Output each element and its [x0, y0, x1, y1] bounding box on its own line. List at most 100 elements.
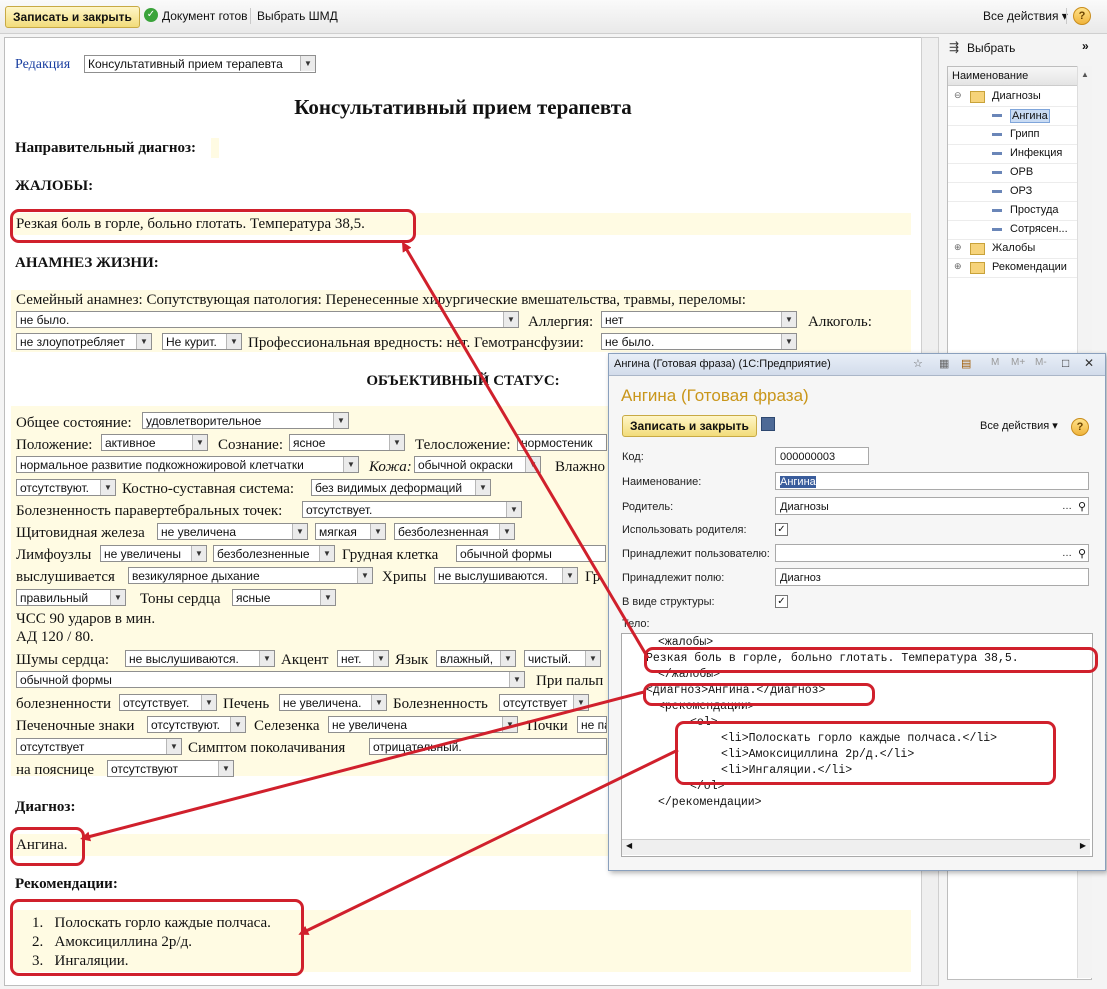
- chevron-down-icon[interactable]: ▼: [333, 413, 348, 428]
- breathing-select[interactable]: везикулярное дыхание ▼: [128, 567, 373, 584]
- memory-m-icon[interactable]: M: [991, 357, 999, 368]
- alcohol-select[interactable]: не злоупотребляет ▼: [16, 333, 152, 350]
- tree-item[interactable]: ОРЗ: [948, 182, 1088, 202]
- chevron-down-icon[interactable]: ▼: [320, 590, 335, 605]
- chevron-down-icon[interactable]: ▼: [357, 568, 372, 583]
- belongs-field-field[interactable]: Диагноз: [775, 568, 1089, 586]
- consciousness-select[interactable]: ясное ▼: [289, 434, 405, 451]
- chevron-down-icon[interactable]: ▼: [218, 761, 233, 776]
- collapse-panel-icon[interactable]: »: [1082, 39, 1089, 53]
- thyroid-pain-select[interactable]: безболезненная ▼: [394, 523, 515, 540]
- expand-icon[interactable]: ⊕: [954, 261, 962, 272]
- belly-form-select[interactable]: обычной формы ▼: [16, 671, 525, 688]
- expand-icon[interactable]: ⊕: [954, 242, 962, 253]
- tree-item[interactable]: ⊕ Рекомендации: [948, 258, 1088, 278]
- calculator-icon[interactable]: ▦: [939, 357, 949, 370]
- chevron-down-icon[interactable]: ▼: [781, 312, 796, 327]
- tree-item[interactable]: ОРВ: [948, 163, 1088, 183]
- edition-select[interactable]: Консультативный прием терапевта ▼: [84, 55, 316, 73]
- tapping-select[interactable]: отрицательный.: [369, 738, 607, 755]
- skin-select[interactable]: обычной окраски ▼: [414, 456, 541, 473]
- chevron-down-icon[interactable]: ▼: [201, 695, 216, 710]
- fat-select[interactable]: нормальное развитие подкожножировой клет…: [16, 456, 359, 473]
- dialog-all-actions-menu[interactable]: Все действия ▾: [980, 419, 1058, 432]
- tapping-pre-select[interactable]: отсутствует ▼: [16, 738, 182, 755]
- tree-item[interactable]: Инфекция: [948, 144, 1088, 164]
- tongue-coating-select[interactable]: чистый. ▼: [524, 650, 601, 667]
- rales-select[interactable]: не выслушиваются. ▼: [434, 567, 578, 584]
- chevron-down-icon[interactable]: ▼: [499, 524, 514, 539]
- body-hscrollbar[interactable]: ◀ ▶: [622, 839, 1090, 855]
- history-select[interactable]: не было. ▼: [16, 311, 519, 328]
- tenderness-select[interactable]: отсутствует. ▼: [119, 694, 217, 711]
- document-ready-button[interactable]: Документ готов: [162, 9, 248, 23]
- tongue-moisture-select[interactable]: влажный, ▼: [436, 650, 516, 667]
- skin-rash-select[interactable]: отсутствуют. ▼: [16, 479, 116, 496]
- memory-minus-icon[interactable]: M-: [1035, 357, 1047, 368]
- parent-field[interactable]: Диагнозы … ⚲: [775, 497, 1089, 515]
- thyroid-consistency-select[interactable]: мягкая ▼: [315, 523, 386, 540]
- tree-item[interactable]: Простуда: [948, 201, 1088, 221]
- build-select[interactable]: нормостеник: [517, 434, 607, 451]
- scroll-left-icon[interactable]: ◀: [626, 841, 632, 850]
- chevron-down-icon[interactable]: ▼: [100, 480, 115, 495]
- chevron-down-icon[interactable]: ▼: [191, 546, 206, 561]
- help-icon[interactable]: ?: [1073, 7, 1091, 25]
- chevron-down-icon[interactable]: ▼: [585, 651, 600, 666]
- belongs-user-field[interactable]: … ⚲: [775, 544, 1089, 562]
- smoking-select[interactable]: Не курит. ▼: [162, 333, 242, 350]
- lumbar-select[interactable]: отсутствуют ▼: [107, 760, 234, 777]
- dialog-save-close-button[interactable]: Записать и закрыть: [622, 415, 757, 437]
- search-icon[interactable]: ⚲: [1078, 545, 1086, 561]
- chevron-down-icon[interactable]: ▼: [259, 651, 274, 666]
- transfusion-select[interactable]: не было. ▼: [601, 333, 797, 350]
- spleen-select[interactable]: не увеличена ▼: [328, 716, 518, 733]
- scroll-right-icon[interactable]: ▶: [1080, 841, 1086, 850]
- chevron-down-icon[interactable]: ▼: [573, 695, 588, 710]
- choose-button[interactable]: Выбрать: [967, 41, 1015, 55]
- calendar-icon[interactable]: ▤: [961, 357, 971, 370]
- chevron-down-icon[interactable]: ▼: [136, 334, 151, 349]
- ellipsis-icon[interactable]: …: [1062, 498, 1072, 514]
- bones-select[interactable]: без видимых деформаций ▼: [311, 479, 491, 496]
- tree-item[interactable]: Ангина: [948, 106, 1088, 126]
- tree-item[interactable]: Грипп: [948, 125, 1088, 145]
- referral-diagnosis-field[interactable]: [211, 138, 219, 158]
- chevron-down-icon[interactable]: ▼: [370, 524, 385, 539]
- liver-signs-select[interactable]: отсутствуют. ▼: [147, 716, 246, 733]
- chevron-down-icon[interactable]: ▼: [110, 590, 125, 605]
- tree-item[interactable]: ⊕ Жалобы: [948, 239, 1088, 259]
- chevron-down-icon[interactable]: ▼: [371, 695, 386, 710]
- chevron-down-icon[interactable]: ▼: [226, 334, 241, 349]
- accent-select[interactable]: нет. ▼: [337, 650, 389, 667]
- chevron-down-icon[interactable]: ▼: [475, 480, 490, 495]
- chest-select[interactable]: обычной формы: [456, 545, 606, 562]
- all-actions-menu[interactable]: Все действия ▾: [983, 9, 1068, 23]
- search-icon[interactable]: ⚲: [1078, 498, 1086, 514]
- tree-column-header[interactable]: Наименование: [948, 67, 1078, 86]
- choose-template-button[interactable]: Выбрать ШМД: [257, 9, 338, 23]
- ellipsis-icon[interactable]: …: [1062, 545, 1072, 561]
- tree-item[interactable]: ⊖ Диагнозы: [948, 87, 1088, 107]
- collapse-icon[interactable]: ⊖: [954, 90, 962, 101]
- chevron-down-icon[interactable]: ▼: [562, 568, 577, 583]
- chevron-down-icon[interactable]: ▼: [502, 717, 517, 732]
- chevron-down-icon[interactable]: ▼: [525, 457, 540, 472]
- code-field[interactable]: 000000003: [775, 447, 869, 465]
- name-field[interactable]: Ангина: [775, 472, 1089, 490]
- close-icon[interactable]: ✕: [1084, 356, 1094, 370]
- chevron-down-icon[interactable]: ▼: [781, 334, 796, 349]
- chevron-down-icon[interactable]: ▼: [292, 524, 307, 539]
- kidneys-select[interactable]: не па: [577, 716, 607, 733]
- pain-select[interactable]: отсутствует ▼: [499, 694, 589, 711]
- chevron-down-icon[interactable]: ▼: [373, 651, 388, 666]
- chevron-down-icon[interactable]: ▼: [230, 717, 245, 732]
- liver-select[interactable]: не увеличена. ▼: [279, 694, 387, 711]
- chevron-down-icon[interactable]: ▼: [343, 457, 358, 472]
- use-parent-checkbox[interactable]: ✓: [775, 523, 788, 536]
- tree-item[interactable]: Сотрясен...: [948, 220, 1088, 240]
- heart-tones-select[interactable]: ясные ▼: [232, 589, 336, 606]
- chevron-down-icon[interactable]: ▼: [500, 651, 515, 666]
- paravertebral-select[interactable]: отсутствует. ▼: [302, 501, 522, 518]
- lymph-size-select[interactable]: не увеличены ▼: [100, 545, 207, 562]
